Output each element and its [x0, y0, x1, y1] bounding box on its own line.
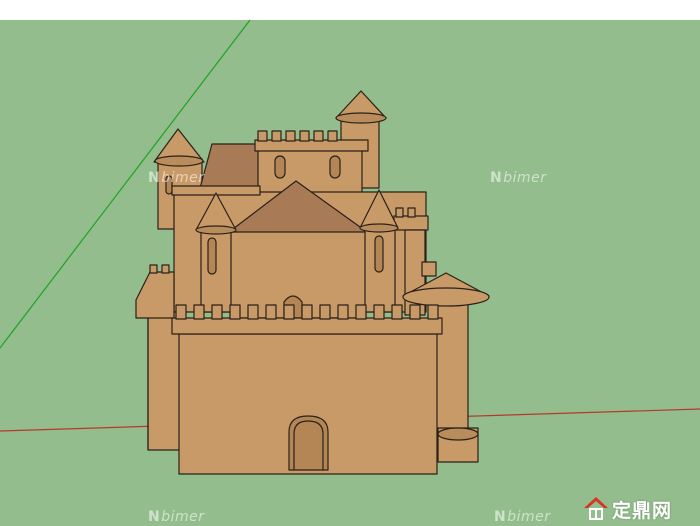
- 3d-viewport[interactable]: Nbimer Nbimer Nbimer Nbimer 定鼎网: [0, 0, 700, 526]
- sky: [0, 0, 700, 20]
- n-glyph-icon: N: [490, 170, 503, 186]
- roof-logo-icon: [584, 497, 608, 520]
- watermark: Nbimer: [494, 509, 551, 525]
- scene: [0, 0, 700, 526]
- main-gate[interactable]: [288, 415, 329, 471]
- n-glyph-icon: N: [148, 170, 161, 186]
- watermark: Nbimer: [490, 170, 547, 186]
- watermark: Nbimer: [148, 170, 205, 186]
- front-wall: [171, 304, 443, 475]
- brand-logo: 定鼎网: [580, 493, 698, 523]
- n-glyph-icon: N: [494, 509, 507, 525]
- n-glyph-icon: N: [148, 509, 161, 525]
- brand-text: 定鼎网: [612, 500, 673, 522]
- watermark: Nbimer: [148, 509, 205, 525]
